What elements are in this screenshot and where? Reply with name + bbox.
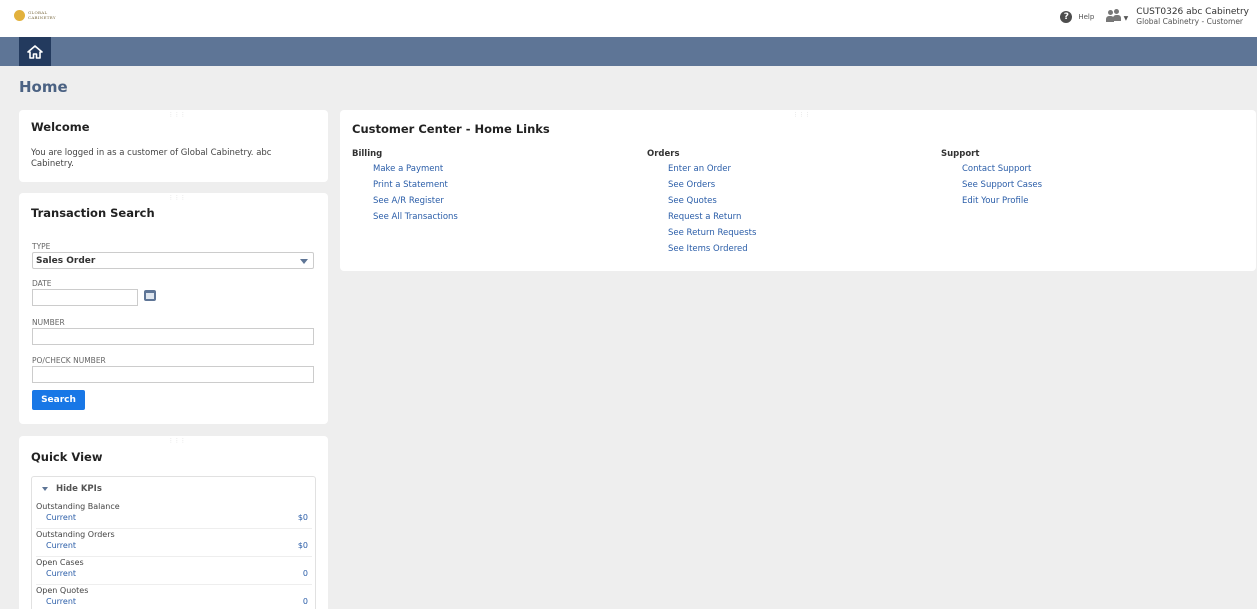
kpi-row[interactable]: Open Quotes Current 0 [36,586,312,609]
user-role: Global Cabinetry - Customer [1136,17,1244,26]
kpi-panel: Hide KPIs Outstanding Balance Current $0… [31,476,316,609]
make-payment-link[interactable]: Make a Payment [373,161,458,177]
contact-support-link[interactable]: Contact Support [962,161,1042,177]
hide-kpis-toggle[interactable]: Hide KPIs [42,484,102,494]
role-person-head [1114,9,1120,14]
transaction-search-title: Transaction Search [31,206,155,220]
all-transactions-link[interactable]: See All Transactions [373,209,458,225]
help-circle-icon[interactable]: ? [1060,11,1073,23]
support-heading: Support [941,149,980,159]
user-name: CUST0326 abc Cabinetry [1136,7,1249,17]
edit-profile-link[interactable]: Edit Your Profile [962,193,1042,209]
drag-handle[interactable]: ⋮⋮⋮ [169,113,186,118]
orders-heading: Orders [647,149,680,159]
support-links-column: Support Contact Support See Support Case… [941,149,1042,209]
top-bar: GLOBAL CABINETRY ? Help ▼ CUST0326 abc C… [0,0,1257,37]
po-check-label: PO/CHECK NUMBER [32,356,106,365]
po-check-input[interactable] [32,366,314,383]
role-person-body [1113,15,1122,21]
date-input[interactable] [32,289,138,306]
support-cases-link[interactable]: See Support Cases [962,177,1042,193]
kpi-period[interactable]: Current [46,513,76,522]
customer-center-title: Customer Center - Home Links [352,122,550,136]
number-label: NUMBER [32,318,65,327]
calendar-icon[interactable] [144,290,156,301]
number-input[interactable] [32,328,314,345]
search-button[interactable]: Search [32,390,85,410]
kpi-name: Outstanding Balance [36,502,120,511]
logo-text: GLOBAL CABINETRY [28,10,56,20]
customer-center-links-portlet: ⋮⋮⋮ Customer Center - Home Links Billing… [340,110,1256,271]
request-return-link[interactable]: Request a Return [668,209,756,225]
kpi-period[interactable]: Current [46,541,76,550]
see-quotes-link[interactable]: See Quotes [668,193,756,209]
logo-mark [14,9,25,21]
help-link[interactable]: Help [1078,13,1094,21]
user-info[interactable]: CUST0326 abc Cabinetry Global Cabinetry … [1136,7,1249,27]
company-logo[interactable]: GLOBAL CABINETRY [14,8,56,22]
home-icon [27,44,43,59]
kpi-period[interactable]: Current [46,569,76,578]
quick-view-title: Quick View [31,450,103,464]
kpi-row[interactable]: Outstanding Balance Current $0 [36,502,312,529]
return-requests-link[interactable]: See Return Requests [668,225,756,241]
kpi-name: Outstanding Orders [36,530,115,539]
drag-handle[interactable]: ⋮⋮⋮ [169,196,186,201]
chevron-down-icon [300,259,308,264]
ar-register-link[interactable]: See A/R Register [373,193,458,209]
billing-heading: Billing [352,149,383,159]
orders-links-column: Orders Enter an Order See Orders See Quo… [647,149,756,257]
kpi-value[interactable]: $0 [298,513,308,522]
drag-handle[interactable]: ⋮⋮⋮ [169,439,186,444]
drag-handle[interactable]: ⋮⋮⋮ [793,113,810,118]
role-switch-icon[interactable]: ▼ [1106,9,1128,25]
kpi-name: Open Cases [36,558,84,567]
kpi-value[interactable]: 0 [303,597,308,606]
billing-links-column: Billing Make a Payment Print a Statement… [352,149,458,225]
kpi-row[interactable]: Open Cases Current 0 [36,558,312,585]
quick-view-portlet: ⋮⋮⋮ Quick View Hide KPIs Outstanding Bal… [19,436,328,609]
enter-order-link[interactable]: Enter an Order [668,161,756,177]
print-statement-link[interactable]: Print a Statement [373,177,458,193]
main-nav-bar [0,37,1257,66]
kpi-row[interactable]: Outstanding Orders Current $0 [36,530,312,557]
home-button[interactable] [19,37,51,66]
type-label: TYPE [32,242,51,251]
top-right-controls: ? Help ▼ CUST0326 abc Cabinetry Global C… [1060,4,1249,30]
date-label: DATE [32,279,52,288]
welcome-portlet: ⋮⋮⋮ Welcome You are logged in as a custo… [19,110,328,182]
welcome-title: Welcome [31,120,90,134]
kpi-value[interactable]: $0 [298,541,308,550]
type-select[interactable]: Sales Order [32,252,314,269]
chevron-down-icon [42,487,48,491]
chevron-down-icon: ▼ [1123,15,1129,22]
items-ordered-link[interactable]: See Items Ordered [668,241,756,257]
page-title: Home [19,78,68,96]
kpi-name: Open Quotes [36,586,89,595]
hide-kpis-label: Hide KPIs [56,484,102,494]
role-person-head [1108,10,1114,15]
kpi-period[interactable]: Current [46,597,76,606]
see-orders-link[interactable]: See Orders [668,177,756,193]
transaction-search-portlet: ⋮⋮⋮ Transaction Search TYPE Sales Order … [19,193,328,424]
welcome-message: You are logged in as a customer of Globa… [31,148,272,169]
type-select-value: Sales Order [36,256,96,266]
kpi-value[interactable]: 0 [303,569,308,578]
